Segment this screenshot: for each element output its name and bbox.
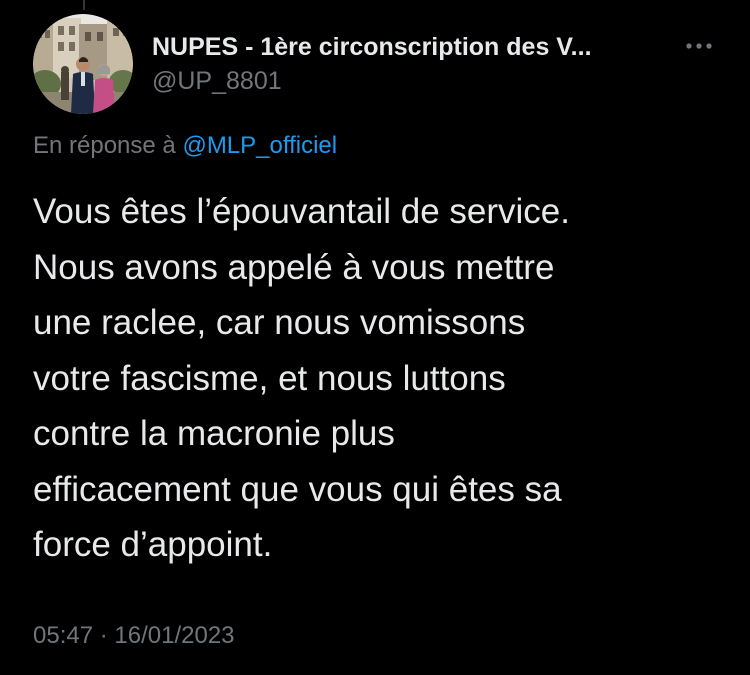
tweet-text-line: contre la macronie plus xyxy=(33,414,395,453)
reply-context: En réponse à @MLP_officiel xyxy=(33,129,337,163)
more-horizontal-icon xyxy=(686,43,712,49)
tweet-date: 16/01/2023 xyxy=(114,622,235,649)
more-options-button[interactable] xyxy=(681,36,717,56)
tweet-text-line: efficacement que vous qui êtes sa xyxy=(33,469,562,509)
tweet-text-line: Nous avons appelé à vous mettre xyxy=(33,247,555,287)
tweet-text-line: une raclee, car nous vomissons xyxy=(33,303,526,342)
reply-prefix: En réponse à xyxy=(33,132,176,159)
author-display-name[interactable]: NUPES - 1ère circonscription des V... xyxy=(152,30,667,64)
tweet-timestamp[interactable]: 05:47 · 16/01/2023 xyxy=(33,619,235,653)
thread-connector-line xyxy=(83,0,85,10)
tweet-text-line: Vous êtes l’épouvantail de service. xyxy=(33,192,570,231)
tweet-text-line: votre fascisme, et nous luttons xyxy=(33,358,506,398)
tweet-time: 05:47 xyxy=(33,622,94,649)
reply-mention-link[interactable]: @MLP_officiel xyxy=(182,132,337,159)
tweet-header: NUPES - 1ère circonscription des V... @U… xyxy=(152,30,672,98)
tweet-detail: NUPES - 1ère circonscription des V... @U… xyxy=(0,0,750,675)
avatar[interactable] xyxy=(33,14,133,114)
tweet-text: Vous êtes l’épouvantail de service. Nous… xyxy=(33,184,723,573)
meta-separator: · xyxy=(99,622,108,649)
author-handle[interactable]: @UP_8801 xyxy=(152,64,672,98)
avatar-photo xyxy=(33,14,133,114)
tweet-text-line: force d’appoint. xyxy=(33,525,273,564)
